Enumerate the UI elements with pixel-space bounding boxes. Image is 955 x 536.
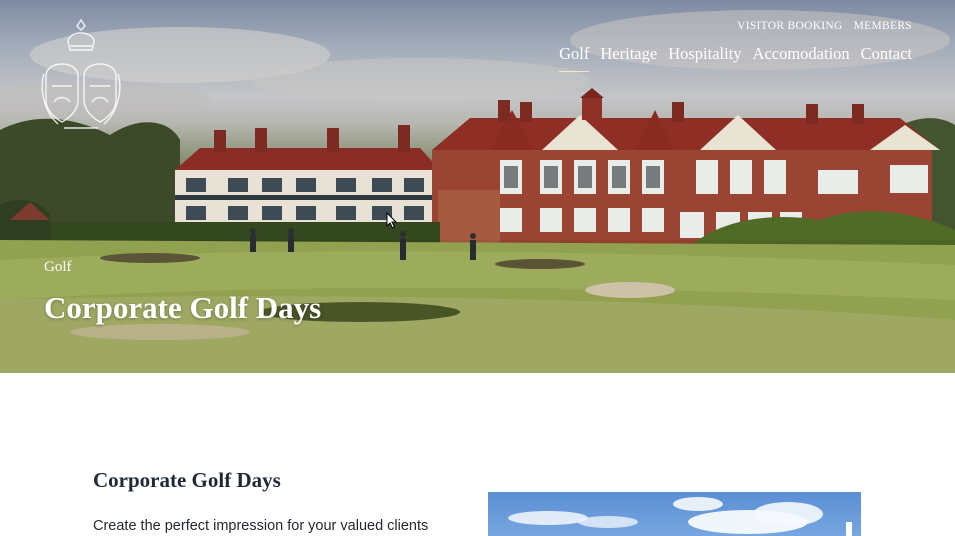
nav-hospitality[interactable]: Hospitality (668, 44, 741, 72)
section-title: Corporate Golf Days (93, 468, 281, 492)
nav-golf[interactable]: Golf (559, 44, 590, 72)
mouse-pointer-icon (386, 212, 398, 229)
nav-heritage[interactable]: Heritage (600, 44, 657, 72)
main-nav: Golf Heritage Hospitality Accomodation C… (559, 44, 912, 72)
royal-crest-logo-icon[interactable] (38, 16, 124, 132)
utility-nav: VISITOR BOOKING MEMBERS (737, 20, 912, 32)
hero-banner: VISITOR BOOKING MEMBERS Golf Heritage Ho… (0, 0, 955, 373)
members-link[interactable]: MEMBERS (854, 20, 912, 32)
hero-title: Corporate Golf Days (44, 290, 322, 325)
nav-contact[interactable]: Contact (861, 44, 912, 72)
nav-accomodation[interactable]: Accomodation (753, 44, 850, 72)
intro-paragraph: Create the perfect impression for your v… (93, 518, 429, 534)
hero-breadcrumb[interactable]: Golf (44, 259, 72, 276)
visitor-booking-link[interactable]: VISITOR BOOKING (737, 20, 843, 32)
golf-course-photo (488, 492, 861, 536)
